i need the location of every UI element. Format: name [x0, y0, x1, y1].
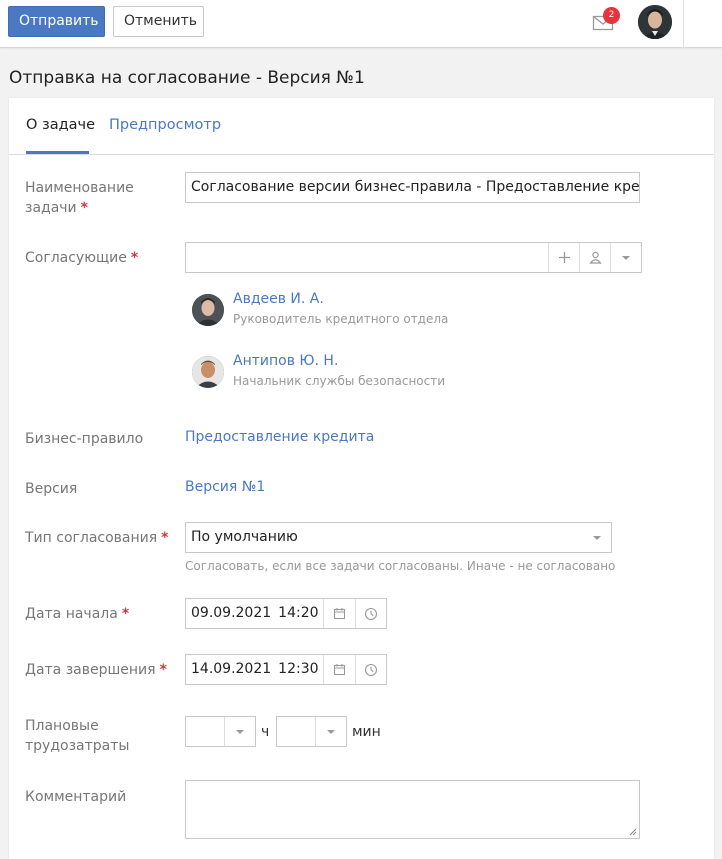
user-icon [588, 251, 602, 264]
calendar-icon [333, 608, 346, 620]
approver-name[interactable]: Антипов Ю. Н. [233, 353, 338, 369]
comment-label: Комментарий [25, 789, 127, 805]
required-asterisk: * [121, 606, 130, 622]
select-user-button[interactable] [579, 243, 610, 272]
approvers-dropdown-button[interactable] [610, 243, 641, 272]
add-approver-button[interactable] [548, 243, 579, 272]
avatar [192, 356, 224, 388]
planned-effort-label: Плановые трудозатраты [25, 718, 130, 754]
approval-type-label: Тип согласования * [25, 530, 169, 546]
hours-dropdown-button[interactable] [224, 717, 255, 746]
approver-role: Начальник службы безопасности [233, 374, 446, 388]
clock-icon [364, 607, 378, 620]
end-time-button[interactable] [355, 655, 386, 684]
hours-unit: ч [261, 724, 270, 740]
required-asterisk: * [80, 200, 88, 216]
plus-icon [558, 252, 570, 263]
end-date-input[interactable]: 14.09.2021 12:30 [185, 654, 387, 685]
minutes-select[interactable] [276, 716, 347, 747]
task-name-label: Наименование задачи * [25, 180, 134, 216]
active-tab-indicator [26, 151, 89, 154]
tabs-bar: О задаче Предпросмотр [9, 98, 714, 155]
tab-about-task[interactable]: О задаче [26, 117, 95, 133]
approver-name[interactable]: Авдеев И. А. [233, 291, 324, 307]
approver-role: Руководитель кредитного отдела [233, 312, 449, 326]
start-time-button[interactable] [355, 599, 386, 628]
toolbar-separator [683, 0, 684, 48]
minutes-dropdown-button[interactable] [315, 717, 346, 746]
chevron-down-icon [327, 729, 335, 734]
send-button[interactable]: Отправить [8, 6, 105, 37]
start-date-input[interactable]: 09.09.2021 14:20 [185, 598, 387, 629]
notification-badge: 2 [603, 7, 620, 24]
page-title: Отправка на согласование - Версия №1 [9, 68, 365, 88]
cancel-button[interactable]: Отменить [113, 6, 204, 37]
approvers-label: Согласующие * [25, 250, 139, 266]
tab-preview[interactable]: Предпросмотр [109, 117, 221, 133]
user-avatar[interactable] [638, 5, 672, 39]
business-rule-link[interactable]: Предоставление кредита [185, 429, 374, 445]
avatar [192, 294, 224, 326]
business-rule-label: Бизнес-правило [25, 431, 144, 447]
start-date-label: Дата начала * [25, 606, 130, 622]
comment-textarea[interactable] [185, 780, 640, 839]
start-date-calendar-button[interactable] [323, 599, 355, 628]
required-asterisk: * [159, 662, 167, 678]
minutes-unit: мин [352, 724, 381, 740]
resize-handle-icon[interactable] [629, 828, 637, 836]
user-avatar-image [638, 5, 672, 39]
end-date-calendar-button[interactable] [323, 655, 355, 684]
chevron-down-icon [622, 255, 630, 260]
end-date-label: Дата завершения * [25, 662, 167, 678]
top-toolbar: Отправить Отменить 2 [0, 0, 722, 48]
clock-icon [364, 663, 378, 676]
calendar-icon [333, 664, 346, 676]
version-label: Версия [25, 481, 78, 497]
approvers-input[interactable] [185, 242, 642, 273]
required-asterisk: * [161, 530, 169, 546]
version-link[interactable]: Версия №1 [185, 479, 265, 495]
avatar-image [192, 356, 224, 388]
approval-type-hint: Согласовать, если все задачи согласованы… [185, 559, 616, 573]
required-asterisk: * [130, 250, 139, 266]
task-form-card: О задаче Предпросмотр Наименование задач… [9, 98, 714, 859]
hours-select[interactable] [185, 716, 256, 747]
chevron-down-icon [593, 536, 601, 540]
task-name-input[interactable]: Согласование версии бизнес-правила - Пре… [185, 172, 640, 203]
approval-type-select[interactable]: По умолчанию [185, 522, 612, 553]
chevron-down-icon [236, 729, 244, 734]
avatar-image [192, 294, 224, 326]
